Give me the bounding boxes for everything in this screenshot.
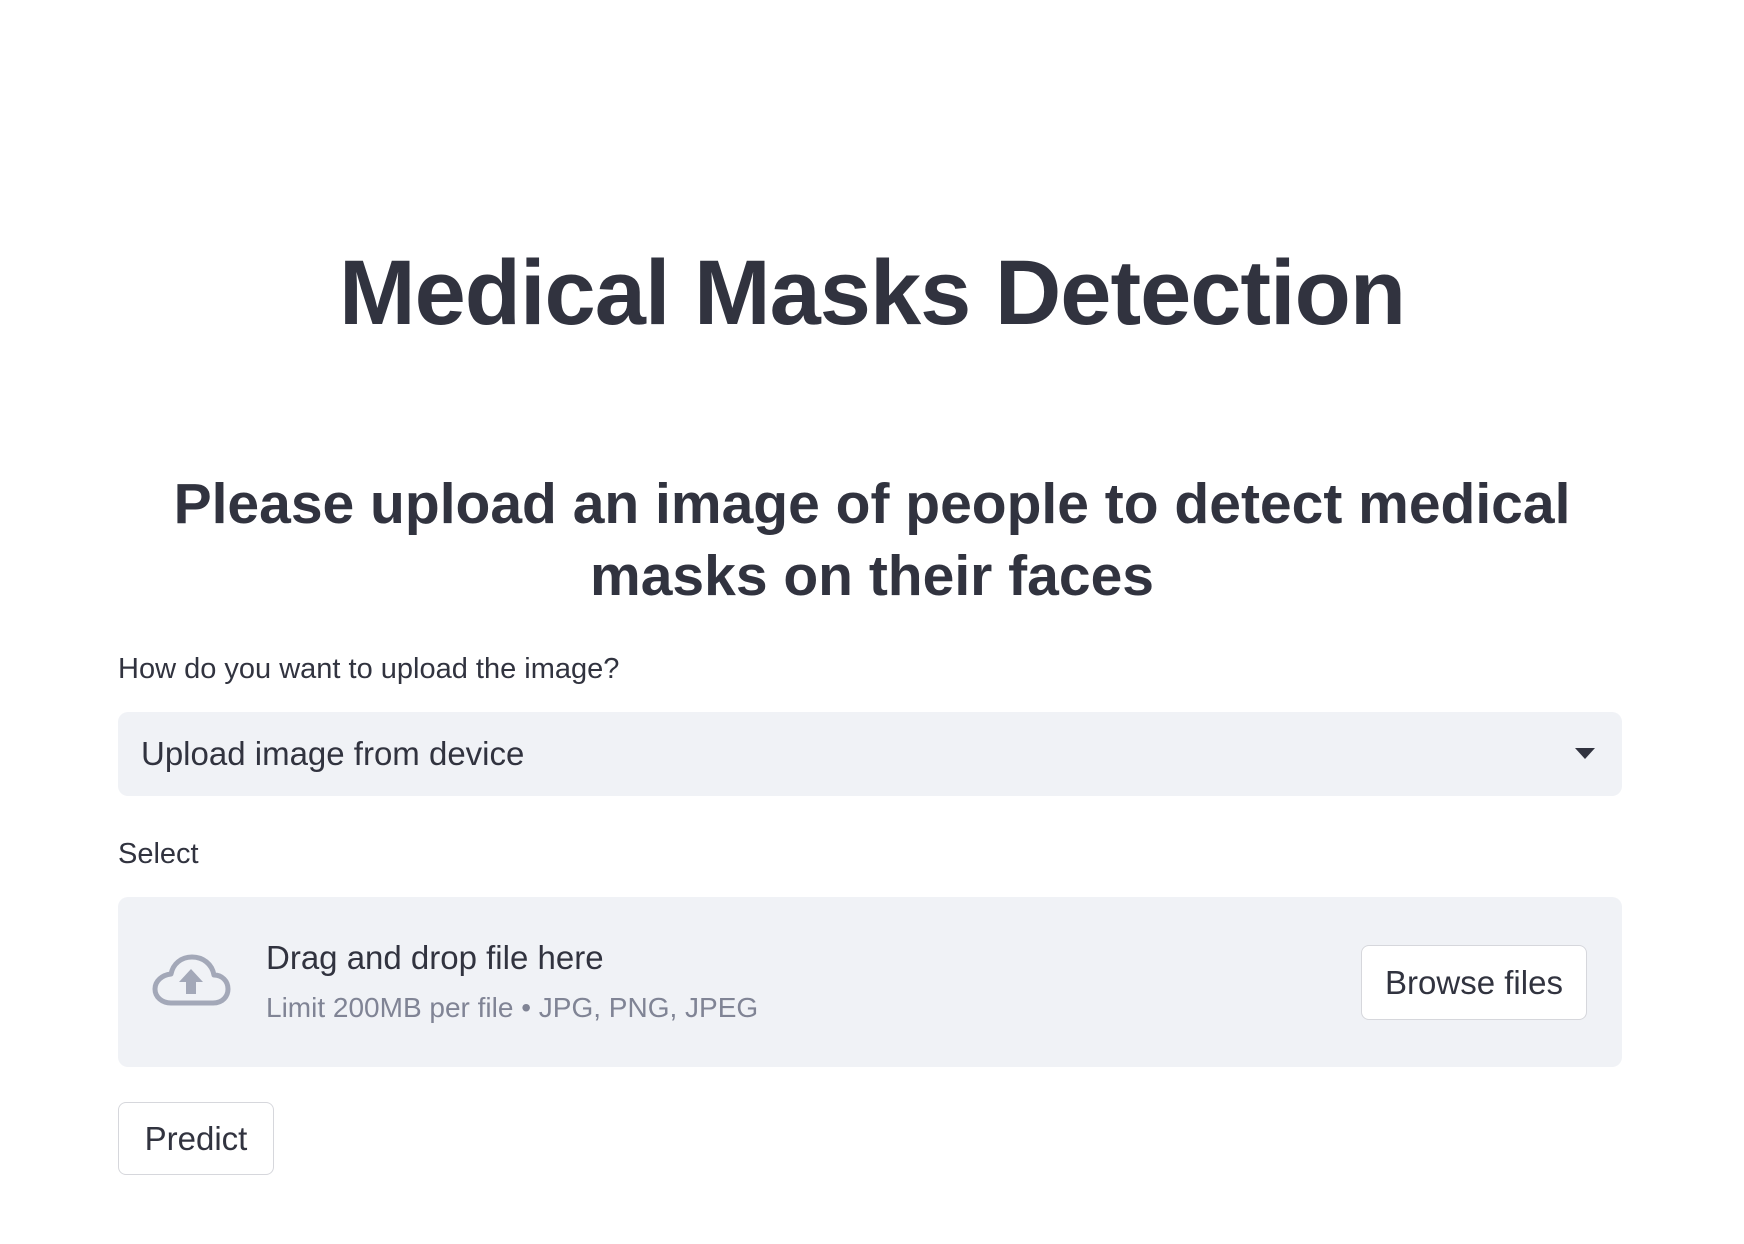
page-title: Medical Masks Detection xyxy=(338,242,1406,344)
browse-files-button[interactable]: Browse files xyxy=(1361,945,1587,1020)
chevron-down-icon xyxy=(1575,748,1595,759)
upload-method-label: How do you want to upload the image? xyxy=(118,653,620,685)
dropzone-instruction: Drag and drop file here xyxy=(266,939,604,976)
cloud-upload-icon xyxy=(152,954,231,1006)
app-page: Medical Masks Detection Please upload an… xyxy=(0,0,1744,1244)
page-subtitle: Please upload an image of people to dete… xyxy=(173,472,1571,608)
file-dropzone[interactable]: Drag and drop file here Limit 200MB per … xyxy=(118,897,1622,1067)
file-uploader-label: Select xyxy=(118,838,199,870)
upload-method-select[interactable]: Upload image from device xyxy=(118,712,1622,796)
upload-method-selected-value: Upload image from device xyxy=(141,735,525,772)
dropzone-text: Drag and drop file here Limit 200MB per … xyxy=(266,937,758,1026)
dropzone-limit: Limit 200MB per file • JPG, PNG, JPEG xyxy=(266,992,759,1023)
predict-button[interactable]: Predict xyxy=(118,1102,274,1175)
